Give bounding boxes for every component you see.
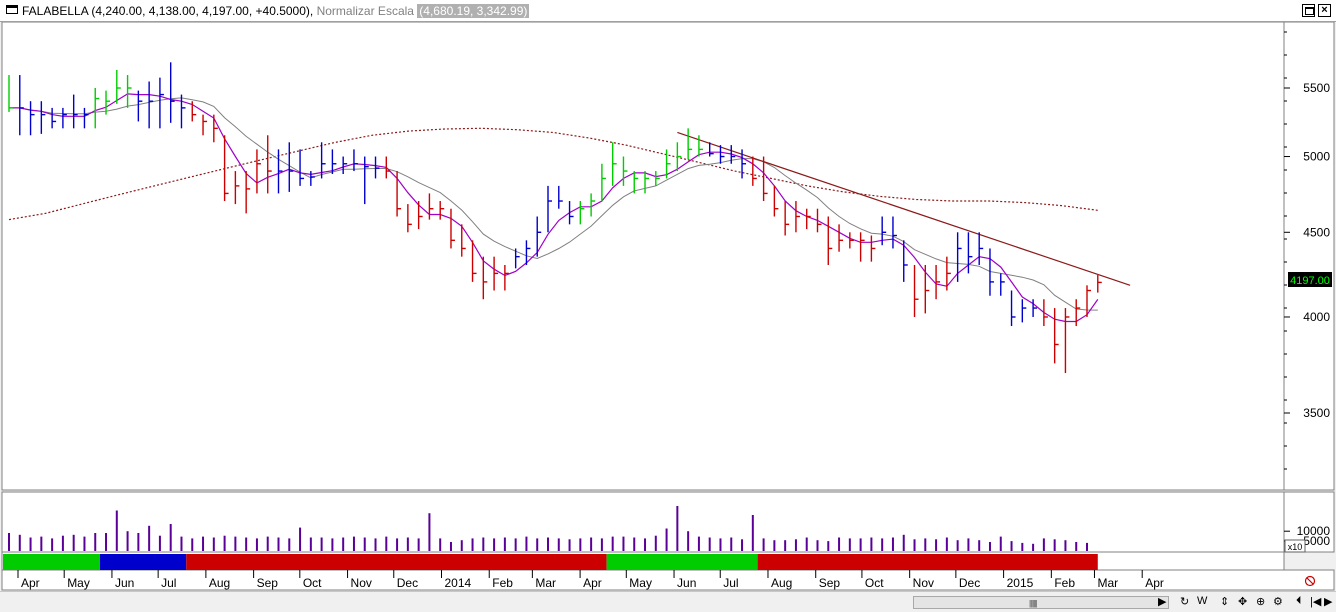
time-tick-label: Jun [115,576,134,590]
scroll-next-icon[interactable]: ▶ [1324,595,1332,608]
scrollbar-grip-icon[interactable]: ||||||| [1029,599,1037,608]
week-period-icon[interactable]: W [1197,595,1207,607]
chart-window-titlebar[interactable]: FALABELLA (4,240.00, 4,138.00, 4,197.00,… [0,0,1336,22]
time-tick-label: Feb [1054,576,1075,590]
price-panel [1,22,1285,491]
time-tick-label: Nov [351,576,372,590]
trend-bands [3,554,1098,570]
scroll-right-icon[interactable]: ▶ [1158,595,1166,608]
price-tick-label: 5000 [1303,150,1330,164]
time-tick-label: Apr [1145,576,1164,590]
trend-band [606,554,758,570]
price-tick-label: 3500 [1303,406,1330,420]
time-axis [1,569,1335,591]
time-tick-label: 2014 [445,576,472,590]
scroll-prev-icon[interactable]: |◀ [1310,595,1321,608]
time-tick-label: Oct [865,576,884,590]
scale-label: Normalizar Escala [316,4,414,18]
time-tick-label: Dec [397,576,418,590]
time-tick-label: Oct [303,576,322,590]
time-tick-label: Jul [723,576,738,590]
volume-multiplier-label: x10 [1288,542,1303,552]
refresh-icon[interactable]: ↻ [1180,595,1189,608]
time-tick-label: Apr [583,576,602,590]
time-tick-label: Sep [257,576,279,590]
time-tick-label: Mar [1097,576,1118,590]
volume-tick-label: 5000 [1303,534,1330,548]
trend-band [100,554,187,570]
horizontal-scrollbar[interactable]: ||||||| [913,596,1169,609]
time-tick-label: Aug [771,576,792,590]
price-tick-label: 4000 [1303,310,1330,324]
time-tick-label: May [629,576,652,590]
maximize-icon[interactable] [1302,4,1315,17]
trend-band [757,554,1098,570]
time-tick-label: Aug [209,576,230,590]
volume-multiplier: x10 [1284,539,1306,553]
pan-icon[interactable]: ✥ [1238,595,1247,608]
last-price-label: 4197.00 [1290,275,1330,287]
time-tick-label: Jul [161,576,176,590]
time-tick-label: May [67,576,90,590]
price-tick-label: 4500 [1303,225,1330,239]
settings-icon[interactable]: ⚙ [1273,595,1283,608]
chart-title: FALABELLA (4,240.00, 4,138.00, 4,197.00,… [22,4,530,18]
close-icon[interactable]: × [1318,4,1331,17]
window-icon [6,5,18,14]
price-tick-label: 5500 [1303,81,1330,95]
zoom-icon[interactable]: ⊕ [1256,595,1265,608]
volume-panel [1,491,1285,553]
time-tick-label: Dec [959,576,980,590]
chart-area[interactable]: 55005000450040003500 4197.00 100005000 x… [0,22,1336,592]
trend-band [3,554,101,570]
time-tick-label: Sep [819,576,841,590]
time-tick-label: Mar [535,576,556,590]
chart-toolbar: ||||||| ▶ ↻ W ⇕ ✥ ⊕ ⚙ ⏴ |◀ ▶ [0,591,1336,612]
last-price-badge: 4197.00 [1288,272,1332,287]
time-tick-label: Feb [492,576,513,590]
scale-range: (4,680.19, 3,342.99) [417,4,530,18]
vertical-resize-icon[interactable]: ⇕ [1220,595,1229,608]
ohlc-readout: (4,240.00, 4,138.00, 4,197.00, +40.5000)… [91,4,314,18]
time-tick-label: Jun [677,576,696,590]
scroll-first-icon[interactable]: ⏴ [1296,595,1302,608]
time-tick-label: Apr [21,576,40,590]
time-tick-label: 2015 [1007,576,1034,590]
symbol-label: FALABELLA [22,4,89,18]
time-tick-label: Nov [913,576,934,590]
trend-band [186,554,607,570]
